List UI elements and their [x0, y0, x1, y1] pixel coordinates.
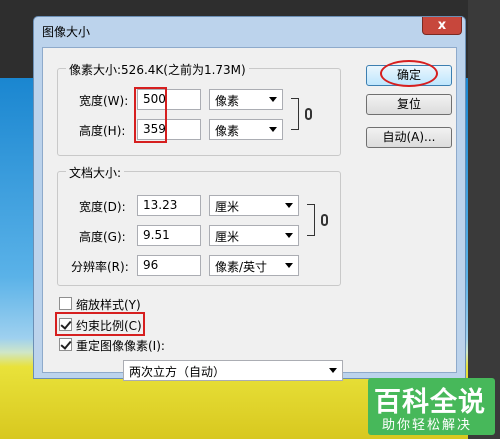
- document-link-bracket: [307, 204, 315, 236]
- watermark-subtitle: 助你轻松解决: [382, 418, 473, 433]
- background-right-panel: [468, 0, 500, 439]
- resolution-input[interactable]: 96: [137, 255, 201, 276]
- pixel-width-unit-select[interactable]: 像素: [209, 89, 283, 110]
- resample-label: 重定图像像素(I):: [76, 339, 165, 353]
- pixel-width-label: 宽度(W):: [79, 94, 129, 108]
- pixel-height-label: 高度(H):: [79, 124, 126, 138]
- chevron-down-icon: [285, 203, 293, 208]
- doc-width-label: 宽度(D):: [79, 200, 126, 214]
- document-size-legend: 文档大小:: [66, 164, 125, 181]
- chevron-down-icon: [269, 97, 277, 102]
- watermark-logo: 百科全说 助你轻松解决: [368, 378, 495, 435]
- annotation-highlight-ok: [380, 60, 438, 87]
- chevron-down-icon: [285, 263, 293, 268]
- resolution-label: 分辨率(R):: [71, 260, 129, 274]
- doc-width-unit-value: 厘米: [215, 200, 240, 214]
- resolution-unit-select[interactable]: 像素/英寸: [209, 255, 299, 276]
- doc-height-unit-value: 厘米: [215, 230, 240, 244]
- resample-method-select[interactable]: 两次立方（自动）: [123, 360, 343, 381]
- image-size-dialog: 图像大小 x 像素大小:526.4K(之前为1.73M) 宽度(W): 500 …: [33, 16, 466, 381]
- chevron-down-icon: [285, 233, 293, 238]
- doc-height-label: 高度(G):: [79, 230, 126, 244]
- annotation-highlight-constrain: [55, 312, 145, 336]
- resample-checkbox[interactable]: [59, 338, 72, 351]
- chain-link-icon: [321, 214, 328, 226]
- reset-button[interactable]: 复位: [366, 94, 452, 115]
- pixel-link-bracket: [291, 98, 299, 130]
- annotation-highlight-pixel-values: [134, 87, 167, 143]
- chain-link-icon: [305, 108, 312, 120]
- scale-styles-checkbox[interactable]: [59, 297, 72, 310]
- pixel-width-unit-value: 像素: [215, 94, 240, 108]
- chevron-down-icon: [269, 127, 277, 132]
- doc-height-unit-select[interactable]: 厘米: [209, 225, 299, 246]
- dialog-titlebar: 图像大小 x: [34, 17, 465, 45]
- dialog-title: 图像大小: [42, 25, 91, 39]
- scale-styles-label: 缩放样式(Y): [76, 298, 141, 312]
- close-button[interactable]: x: [422, 17, 462, 35]
- doc-width-input[interactable]: 13.23: [137, 195, 201, 216]
- pixel-dimensions-legend: 像素大小:526.4K(之前为1.73M): [66, 61, 249, 78]
- auto-button[interactable]: 自动(A)...: [366, 127, 452, 148]
- doc-height-input[interactable]: 9.51: [137, 225, 201, 246]
- dialog-body: 像素大小:526.4K(之前为1.73M) 宽度(W): 500 像素 高度(H…: [42, 47, 457, 381]
- resolution-unit-value: 像素/英寸: [215, 260, 268, 274]
- chevron-down-icon: [329, 368, 337, 373]
- pixel-height-unit-value: 像素: [215, 124, 240, 138]
- doc-width-unit-select[interactable]: 厘米: [209, 195, 299, 216]
- resample-method-value: 两次立方（自动）: [129, 365, 226, 379]
- pixel-height-unit-select[interactable]: 像素: [209, 119, 283, 140]
